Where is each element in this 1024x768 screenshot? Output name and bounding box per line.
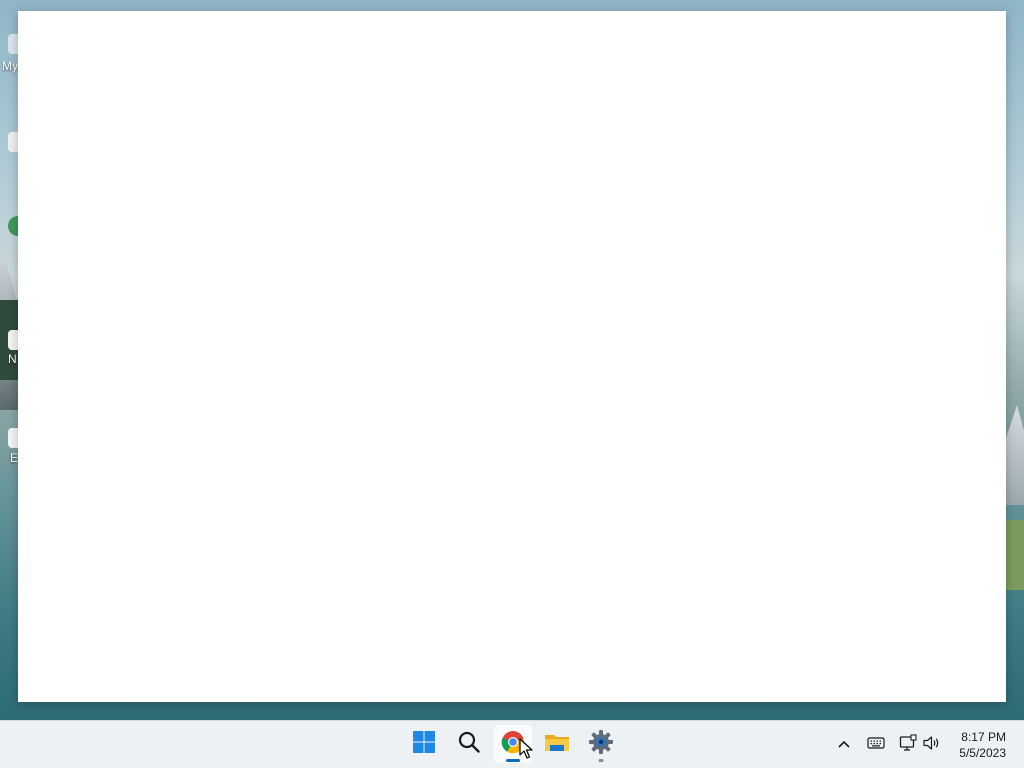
app-window-blank[interactable]: [18, 11, 1006, 702]
network-button[interactable]: [898, 733, 918, 757]
clock-time: 8:17 PM: [961, 730, 1006, 744]
keyboard-icon: [867, 736, 885, 755]
desktop-icon-label: My: [2, 59, 18, 73]
settings-button[interactable]: [582, 725, 620, 763]
wallpaper-grass: [1006, 520, 1024, 590]
running-indicator: [598, 759, 604, 762]
mouse-cursor-icon: [519, 738, 533, 765]
windows-logo-icon: [412, 730, 436, 759]
volume-button[interactable]: [922, 735, 942, 755]
search-button[interactable]: [450, 725, 488, 763]
search-icon: [457, 730, 481, 759]
taskbar: 8:17 PM 5/5/2023: [0, 720, 1024, 768]
running-indicator: [506, 759, 520, 762]
start-button[interactable]: [405, 725, 443, 763]
clock-date: 5/5/2023: [959, 746, 1006, 760]
desktop-icon-label: N: [8, 352, 17, 366]
folder-icon: [544, 730, 570, 759]
gear-icon: [588, 729, 614, 760]
chevron-up-icon: [837, 736, 851, 754]
network-icon: [899, 733, 917, 757]
clock-button[interactable]: 8:17 PM 5/5/2023: [959, 729, 1006, 761]
show-hidden-icons-button[interactable]: [834, 735, 854, 755]
file-explorer-button[interactable]: [538, 725, 576, 763]
desktop-background: My N E: [0, 0, 1024, 720]
volume-icon: [922, 735, 942, 756]
desktop-icon-label: E: [10, 451, 19, 465]
input-indicator-button[interactable]: [866, 735, 886, 755]
